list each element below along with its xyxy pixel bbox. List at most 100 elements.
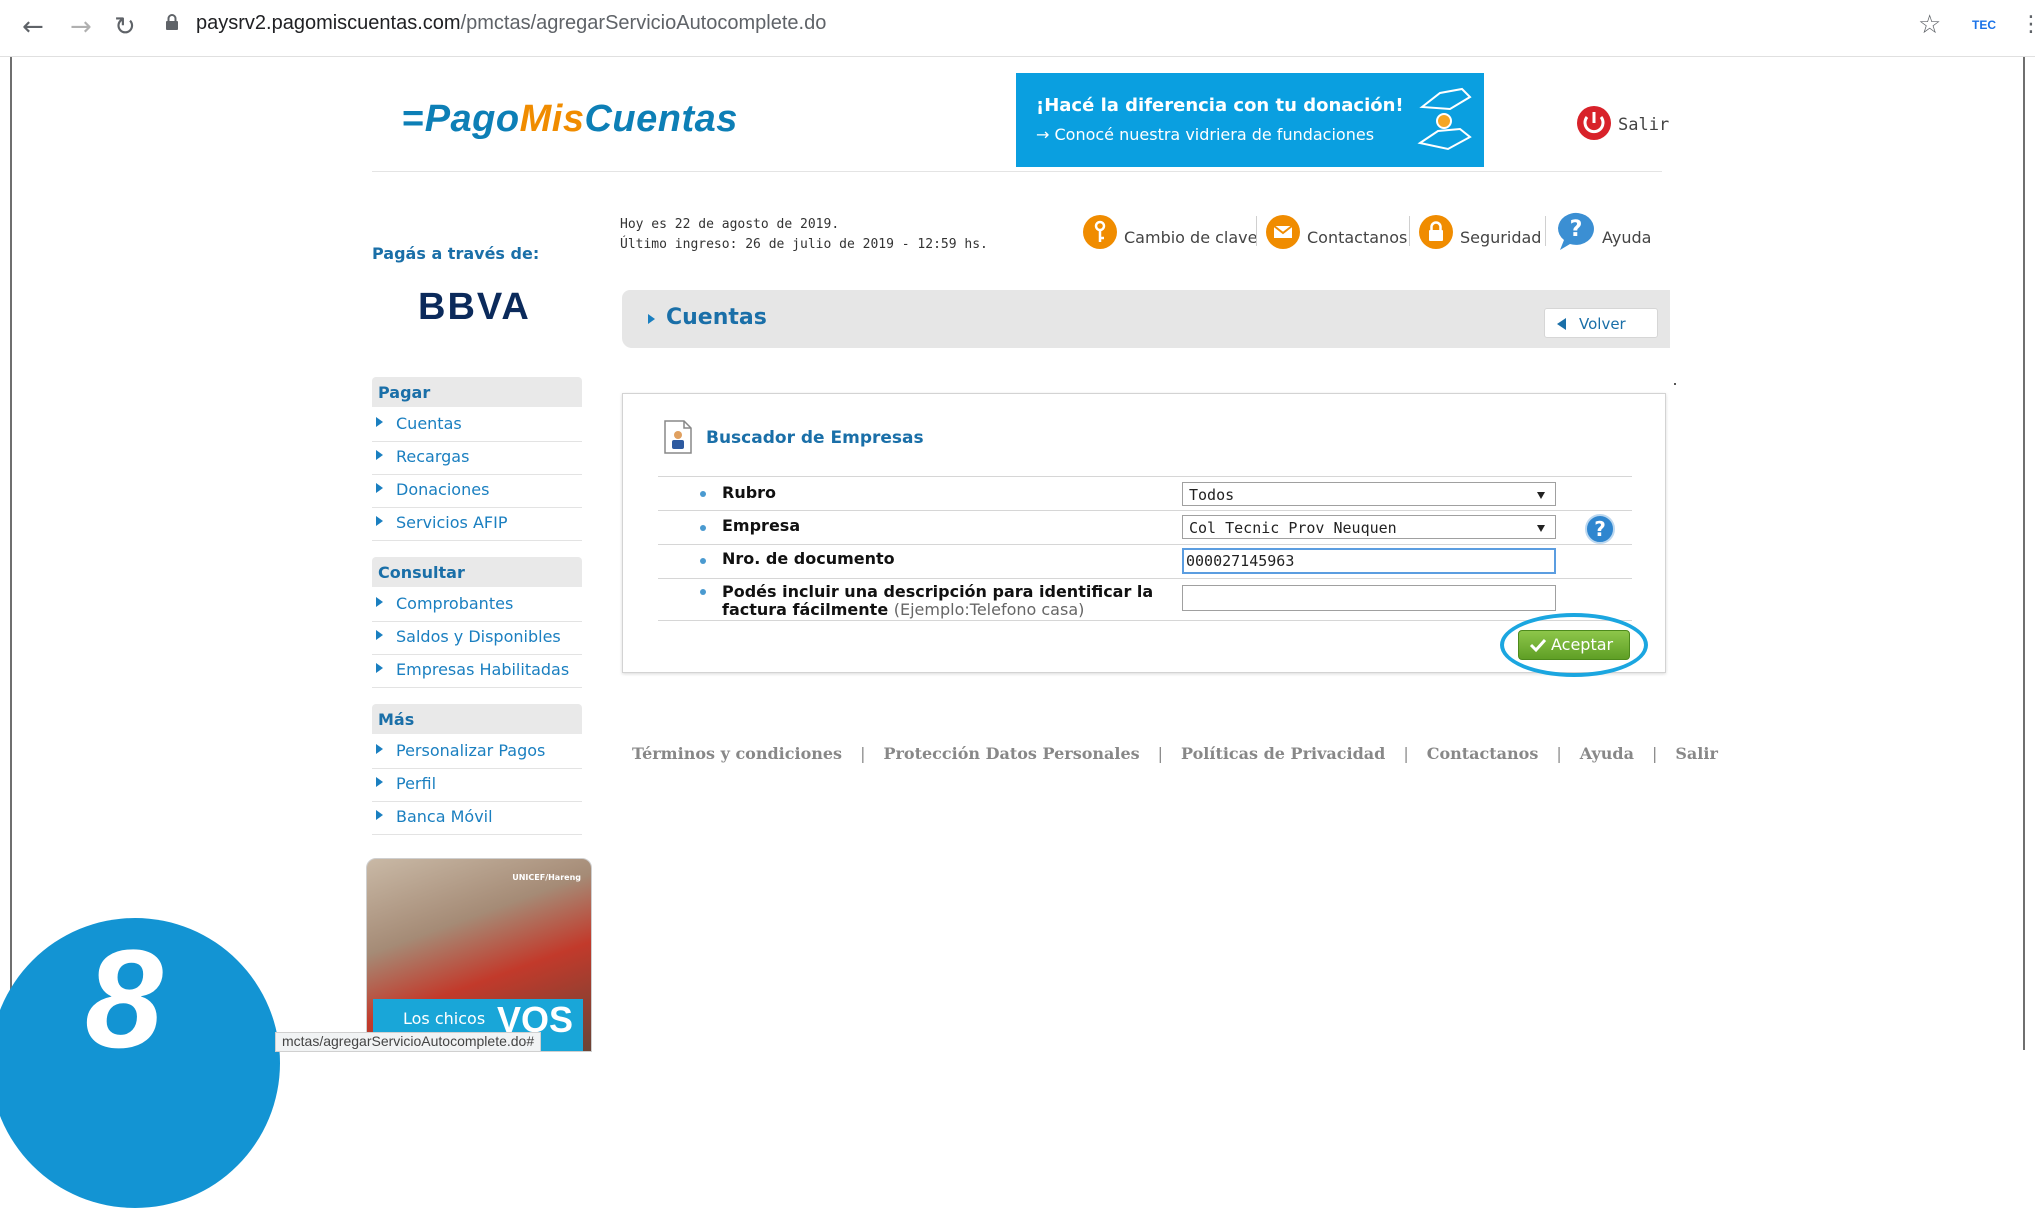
padlock-icon[interactable]: [1418, 214, 1454, 250]
toolbar-divider: [1256, 216, 1257, 246]
extension-icon[interactable]: TEC: [1972, 18, 1996, 32]
menu-item-label: Personalizar Pagos: [396, 741, 546, 760]
promo-source: UNICEF/Hareng: [512, 873, 581, 882]
form-row-divider: [658, 544, 1632, 545]
document-person-icon: [664, 420, 692, 454]
menu-section-title: Más: [378, 710, 415, 729]
reload-icon[interactable]: ↻: [114, 12, 136, 42]
menu-section-title: Pagar: [378, 383, 431, 402]
logo-prefix: Pago: [424, 98, 520, 140]
section-title: Cuentas: [666, 305, 767, 330]
empresa-value: Col Tecnic Prov Neuquen: [1189, 519, 1397, 537]
donation-hands-icon: [1417, 87, 1472, 151]
unicef-promo-banner[interactable]: UNICEF/Hareng Los chicos VOS: [366, 858, 592, 1052]
menu-item-label: Cuentas: [396, 414, 462, 433]
logo-suffix: Cuentas: [584, 98, 738, 140]
status-bar-url: mctas/agregarServicioAutocomplete.do#: [275, 1032, 542, 1052]
form-row-divider: [658, 620, 1632, 621]
menu-item-saldos[interactable]: Saldos y Disponibles: [372, 622, 582, 655]
menu-item-comprobantes[interactable]: Comprobantes: [372, 589, 582, 622]
svg-text:?: ?: [1594, 517, 1606, 541]
menu-item-recargas[interactable]: Recargas: [372, 442, 582, 475]
footer-links: Términos y condiciones | Protección Datos …: [632, 744, 1718, 763]
key-icon[interactable]: [1082, 214, 1118, 250]
bookmark-star-icon[interactable]: ☆: [1918, 10, 1941, 40]
descripcion-label: Podés incluir una descripción para ident…: [722, 583, 1182, 619]
menu-section-mas: Más: [372, 704, 582, 734]
toolbar-divider: [1545, 216, 1546, 246]
form-row-divider: [658, 578, 1632, 579]
bullet-triangle-icon: [376, 450, 383, 460]
help-bubble-icon[interactable]: ?: [1554, 210, 1598, 252]
seguridad-link[interactable]: Seguridad: [1460, 228, 1541, 247]
bullet-dot-icon: [700, 589, 706, 595]
pagomiscuentas-logo[interactable]: =PagoMisCuentas: [402, 98, 738, 141]
donation-banner[interactable]: ¡Hacé la diferencia con tu donación! → C…: [1016, 73, 1484, 167]
documento-label: Nro. de documento: [722, 549, 895, 568]
decorative-dot: [1674, 383, 1676, 385]
browser-menu-icon[interactable]: ⋮: [2020, 12, 2035, 37]
menu-item-cuentas[interactable]: Cuentas: [372, 409, 582, 442]
menu-item-servicios-afip[interactable]: Servicios AFIP: [372, 508, 582, 541]
bullet-triangle-icon: [376, 417, 383, 427]
documento-input[interactable]: 000027145963: [1182, 548, 1556, 574]
empresa-select[interactable]: Col Tecnic Prov Neuquen: [1182, 515, 1556, 539]
volver-label: Volver: [1579, 315, 1626, 333]
menu-item-empresas-habilitadas[interactable]: Empresas Habilitadas: [372, 655, 582, 688]
menu-item-label: Empresas Habilitadas: [396, 660, 570, 679]
banner-headline: ¡Hacé la diferencia con tu donación!: [1036, 95, 1404, 116]
bullet-triangle-icon: [376, 597, 383, 607]
cambio-clave-link[interactable]: Cambio de clave: [1124, 228, 1257, 247]
back-triangle-icon: [1557, 318, 1566, 330]
footer-link-proteccion[interactable]: Protección Datos Personales: [883, 744, 1139, 763]
ayuda-link[interactable]: Ayuda: [1602, 228, 1651, 247]
svg-text:?: ?: [1570, 217, 1583, 242]
address-bar[interactable]: paysrv2.pagomiscuentas.com/pmctas/agrega…: [196, 12, 826, 35]
power-icon[interactable]: [1576, 105, 1612, 141]
promo-text: Los chicos: [403, 1009, 486, 1028]
bullet-triangle-icon: [648, 314, 655, 324]
back-arrow-icon[interactable]: ←: [22, 12, 44, 42]
step-number: 8: [85, 920, 163, 1077]
dropdown-arrow-icon: [1537, 525, 1545, 532]
bullet-dot-icon: [700, 491, 706, 497]
descripcion-example: (Ejemplo:Telefono casa): [893, 600, 1085, 619]
contactanos-link[interactable]: Contactanos: [1307, 228, 1407, 247]
session-info: Hoy es 22 de agosto de 2019. Último ingr…: [620, 215, 988, 255]
menu-section-title: Consultar: [378, 563, 465, 582]
menu-item-label: Servicios AFIP: [396, 513, 508, 532]
form-row-divider: [658, 476, 1632, 477]
envelope-icon[interactable]: [1265, 214, 1301, 250]
menu-item-perfil[interactable]: Perfil: [372, 769, 582, 802]
menu-section-consultar: Consultar: [372, 557, 582, 587]
volver-button[interactable]: Volver: [1544, 308, 1658, 338]
banner-subline: → Conocé nuestra vidriera de fundaciones: [1036, 125, 1375, 144]
menu-item-personalizar-pagos[interactable]: Personalizar Pagos: [372, 736, 582, 769]
bullet-triangle-icon: [376, 516, 383, 526]
salir-link[interactable]: Salir: [1618, 115, 1669, 135]
question-mark-icon[interactable]: ?: [1584, 514, 1616, 544]
bullet-dot-icon: [700, 558, 706, 564]
footer-link-privacidad[interactable]: Políticas de Privacidad: [1181, 744, 1385, 763]
section-header: Cuentas: [622, 290, 1670, 348]
footer-link-terminos[interactable]: Términos y condiciones: [632, 744, 842, 763]
today-date: Hoy es 22 de agosto de 2019.: [620, 217, 840, 232]
bullet-triangle-icon: [376, 483, 383, 493]
bullet-triangle-icon: [376, 777, 383, 787]
bullet-triangle-icon: [376, 663, 383, 673]
step-badge: 8: [0, 918, 280, 1208]
descripcion-input[interactable]: [1182, 585, 1556, 611]
bullet-dot-icon: [700, 525, 706, 531]
header-divider: [372, 171, 1662, 172]
footer-link-salir[interactable]: Salir: [1675, 744, 1718, 763]
empresa-label: Empresa: [722, 516, 801, 535]
menu-item-label: Saldos y Disponibles: [396, 627, 561, 646]
menu-item-banca-movil[interactable]: Banca Móvil: [372, 802, 582, 835]
forward-arrow-icon[interactable]: →: [70, 12, 92, 42]
buscador-title: Buscador de Empresas: [706, 428, 924, 448]
menu-item-donaciones[interactable]: Donaciones: [372, 475, 582, 508]
rubro-select[interactable]: Todos: [1182, 482, 1556, 506]
footer-link-contactanos[interactable]: Contactanos: [1427, 744, 1539, 763]
footer-link-ayuda[interactable]: Ayuda: [1580, 744, 1634, 763]
menu-item-label: Banca Móvil: [396, 807, 493, 826]
